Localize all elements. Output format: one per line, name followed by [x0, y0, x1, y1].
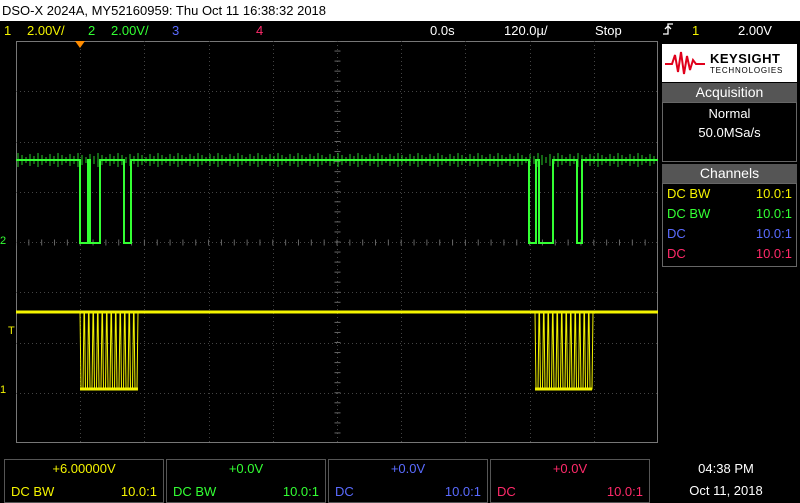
- ch2-coupling: DC BW: [173, 484, 217, 499]
- acquisition-rate: 50.0MSa/s: [698, 125, 761, 140]
- ch2-probe-ratio: 10.0:1: [282, 484, 319, 499]
- keysight-logo: KEYSIGHT TECHNOLOGIES: [662, 44, 797, 82]
- channel-ratio: 10.0:1: [755, 186, 792, 201]
- ch1-scale[interactable]: 2.00V/: [27, 21, 65, 41]
- trigger-level[interactable]: 2.00V: [738, 21, 772, 41]
- acquisition-panel[interactable]: Normal 50.0MSa/s: [662, 102, 797, 162]
- ch2-ground-marker[interactable]: 2: [0, 235, 6, 247]
- run-state[interactable]: Stop: [595, 21, 622, 41]
- ch3-coupling: DC: [335, 484, 354, 499]
- trigger-edge-icon: [662, 21, 674, 43]
- brand-sub: TECHNOLOGIES: [710, 66, 784, 75]
- keysight-wave-icon: [665, 51, 705, 75]
- bottom-ch1-box[interactable]: +6.00000V DC BW 10.0:1: [4, 459, 164, 503]
- channels-panel[interactable]: DC BW 10.0:1 DC BW 10.0:1 DC 10.0:1 DC 1…: [662, 183, 797, 267]
- clock-date: Oct 11, 2018: [689, 483, 763, 498]
- channel-coupling: DC BW: [667, 206, 711, 221]
- ch3-offset: +0.0V: [390, 461, 426, 476]
- acquisition-header[interactable]: Acquisition: [662, 83, 797, 102]
- trigger-position-marker: [75, 41, 85, 48]
- trigger-channel[interactable]: 1: [692, 21, 699, 41]
- ch1-ground-marker[interactable]: 1: [0, 384, 6, 396]
- trigger-level-marker[interactable]: T: [8, 325, 15, 337]
- waveform-display[interactable]: [15, 40, 659, 443]
- ch1-index[interactable]: 1: [4, 21, 11, 41]
- brand-name: KEYSIGHT: [710, 51, 781, 66]
- ch1-probe-ratio: 10.0:1: [120, 484, 157, 499]
- ch2-scale[interactable]: 2.00V/: [111, 21, 149, 41]
- channel-ratio: 10.0:1: [755, 246, 792, 261]
- channel-row[interactable]: DC BW 10.0:1: [667, 184, 792, 204]
- ch4-offset: +0.0V: [552, 461, 588, 476]
- ch4-index[interactable]: 4: [256, 21, 263, 41]
- acquisition-mode: Normal: [708, 106, 751, 121]
- waveform-graticule: [15, 40, 659, 443]
- ch3-probe-ratio: 10.0:1: [444, 484, 481, 499]
- bottom-ch3-box[interactable]: +0.0V DC 10.0:1: [328, 459, 488, 503]
- clock-time: 04:38 PM: [698, 461, 754, 476]
- channel-row[interactable]: DC 10.0:1: [667, 224, 792, 244]
- ch4-probe-ratio: 10.0:1: [606, 484, 643, 499]
- ch1-coupling: DC BW: [11, 484, 55, 499]
- channel-ratio: 10.0:1: [755, 206, 792, 221]
- channel-row[interactable]: DC BW 10.0:1: [667, 204, 792, 224]
- channel-coupling: DC: [667, 246, 686, 261]
- ch1-burst: [534, 311, 594, 390]
- window-title: DSO-X 2024A, MY52160959: Thu Oct 11 16:3…: [0, 0, 800, 21]
- time-delay[interactable]: 0.0s: [430, 21, 455, 41]
- clock: 04:38 PM Oct 11, 2018: [652, 459, 800, 503]
- ch2-index[interactable]: 2: [88, 21, 95, 41]
- ch2-offset: +0.0V: [228, 461, 264, 476]
- channel-coupling: DC BW: [667, 186, 711, 201]
- channel-coupling: DC: [667, 226, 686, 241]
- channels-header[interactable]: Channels: [662, 164, 797, 183]
- ch4-coupling: DC: [497, 484, 516, 499]
- channel-row[interactable]: DC 10.0:1: [667, 244, 792, 264]
- ch1-burst: [79, 311, 139, 390]
- bottom-ch4-box[interactable]: +0.0V DC 10.0:1: [490, 459, 650, 503]
- ch1-offset: +6.00000V: [52, 461, 116, 476]
- time-scale[interactable]: 120.0µ/: [504, 21, 548, 41]
- ch3-index[interactable]: 3: [172, 21, 179, 41]
- channel-ratio: 10.0:1: [755, 226, 792, 241]
- bottom-ch2-box[interactable]: +0.0V DC BW 10.0:1: [166, 459, 326, 503]
- status-bar: 1 2.00V/ 2 2.00V/ 3 4 0.0s 120.0µ/ Stop …: [0, 21, 800, 41]
